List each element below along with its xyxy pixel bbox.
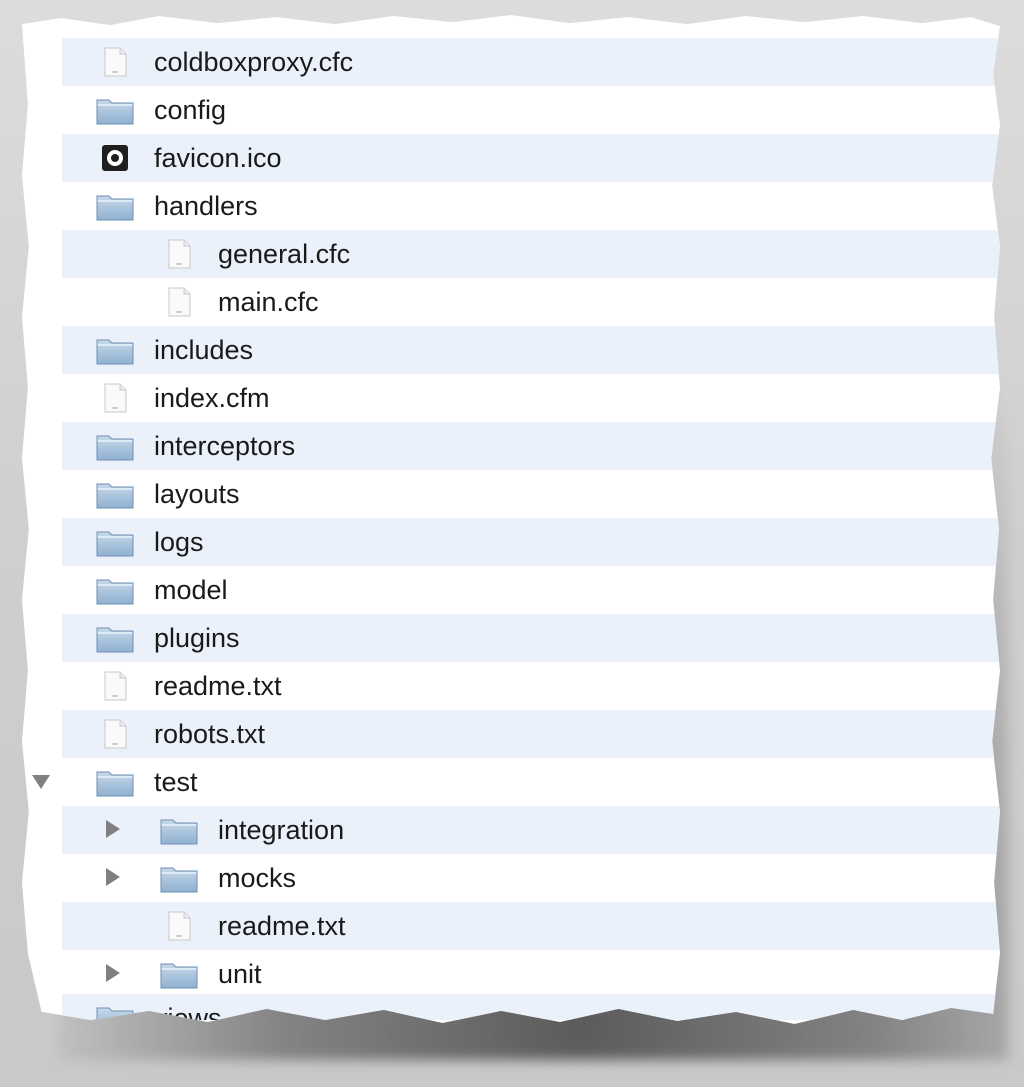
folder-icon: [96, 771, 134, 797]
list-item-label: plugins: [154, 623, 240, 653]
folder-icon: [160, 819, 198, 845]
list-item-label: config: [154, 95, 227, 125]
list-item-label: includes: [154, 335, 254, 365]
list-item[interactable]: test: [32, 758, 1000, 806]
folder-icon: [160, 963, 198, 989]
torn-paper: coldboxproxy.cfc config favicon.ico handler…: [22, 15, 1000, 1024]
document-icon: [104, 719, 127, 749]
list-item[interactable]: favicon.ico: [62, 134, 1000, 182]
list-item[interactable]: readme.txt: [62, 662, 1000, 710]
list-item-label: test: [154, 767, 198, 797]
list-item[interactable]: model: [62, 566, 1000, 614]
list-item-label: integration: [218, 815, 345, 845]
list-item-label: readme.txt: [218, 911, 346, 941]
folder-icon: [96, 579, 134, 605]
list-item-label: general.cfc: [218, 239, 351, 269]
disclosure-triangle-right-icon[interactable]: [106, 868, 120, 886]
favicon-icon: [102, 145, 128, 171]
disclosure-triangle-down-icon[interactable]: [32, 775, 50, 789]
document-icon: [168, 287, 191, 317]
document-icon: [104, 47, 127, 77]
list-item-label: model: [154, 575, 228, 605]
list-item[interactable]: interceptors: [62, 422, 1000, 470]
folder-icon: [96, 339, 134, 365]
document-icon: [168, 911, 191, 941]
list-item-label: favicon.ico: [154, 143, 282, 173]
list-item[interactable]: general.cfc: [62, 230, 1000, 278]
list-item[interactable]: index.cfm: [62, 374, 1000, 422]
document-icon: [168, 239, 191, 269]
list-item[interactable]: layouts: [62, 470, 1000, 518]
list-item-label: robots.txt: [154, 719, 266, 749]
list-item[interactable]: plugins: [62, 614, 1000, 662]
folder-icon: [96, 627, 134, 653]
list-item-label: layouts: [154, 479, 240, 509]
list-item[interactable]: logs: [62, 518, 1000, 566]
list-item-label: logs: [154, 527, 204, 557]
list-item-label: coldboxproxy.cfc: [154, 47, 354, 77]
list-item[interactable]: handlers: [62, 182, 1000, 230]
list-item[interactable]: unit: [62, 950, 1000, 998]
list-item[interactable]: mocks: [62, 854, 1000, 902]
folder-icon: [96, 483, 134, 509]
list-item[interactable]: config: [62, 86, 1000, 134]
list-item-label: unit: [218, 959, 262, 989]
folder-icon: [96, 435, 134, 461]
list-item-label: index.cfm: [154, 383, 270, 413]
list-item-label: mocks: [218, 863, 297, 893]
file-list: coldboxproxy.cfc config favicon.ico handler…: [32, 38, 1000, 998]
document-icon: [104, 383, 127, 413]
list-item-label: handlers: [154, 191, 258, 221]
list-item-label: readme.txt: [154, 671, 282, 701]
folder-icon: [96, 99, 134, 125]
list-item[interactable]: coldboxproxy.cfc: [62, 38, 1000, 86]
list-item-label: interceptors: [154, 431, 296, 461]
list-item-label: main.cfc: [218, 287, 319, 317]
folder-icon: [96, 195, 134, 221]
list-item[interactable]: integration: [62, 806, 1000, 854]
disclosure-triangle-right-icon[interactable]: [106, 964, 120, 982]
list-item[interactable]: readme.txt: [62, 902, 1000, 950]
list-item[interactable]: robots.txt: [62, 710, 1000, 758]
folder-icon: [96, 531, 134, 557]
folder-icon: [160, 867, 198, 893]
disclosure-triangle-right-icon[interactable]: [106, 820, 120, 838]
list-item[interactable]: main.cfc: [62, 278, 1000, 326]
list-item[interactable]: includes: [62, 326, 1000, 374]
document-icon: [104, 671, 127, 701]
